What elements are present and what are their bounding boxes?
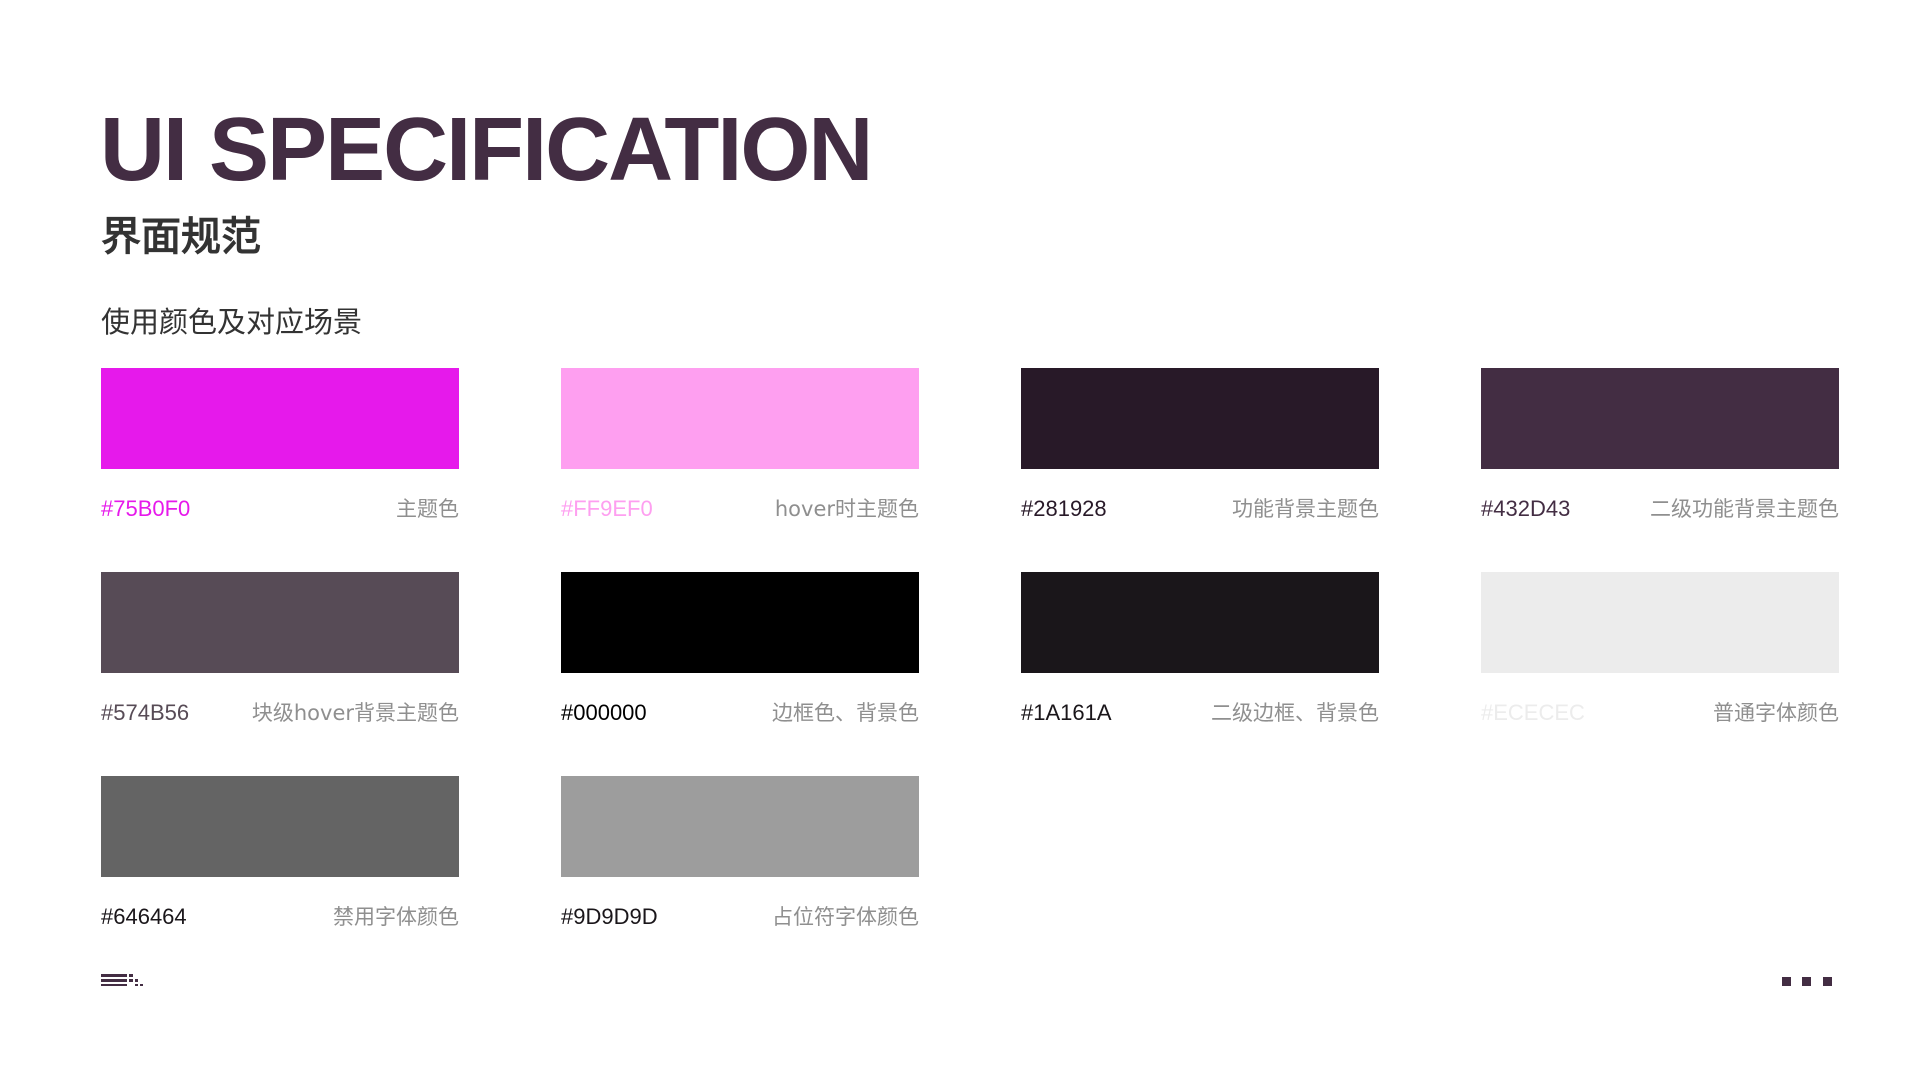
color-swatch-block [101,572,459,673]
color-usage-label: 边框色、背景色 [772,701,919,725]
color-swatch: #9D9D9D 占位符字体颜色 [561,776,919,929]
color-swatch-block [561,368,919,469]
color-swatch-grid: #75B0F0 主题色 #FF9EF0 hover时主题色 #281928 功能… [101,368,1839,948]
color-hex-label: #574B56 [101,700,190,725]
color-swatch-block [101,368,459,469]
color-usage-label: 块级hover背景主题色 [251,701,459,725]
menu-lines-icon [101,974,143,986]
color-hex-label: #FF9EF0 [561,496,653,521]
color-hex-label: #1A161A [1021,700,1112,725]
section-heading: 使用颜色及对应场景 [101,305,363,339]
page-title: UI SPECIFICATION [100,100,873,200]
color-swatch-block [1021,368,1379,469]
color-hex-label: #281928 [1021,496,1107,521]
color-swatch-block [1021,572,1379,673]
color-hex-label: #ECECEC [1481,700,1585,725]
color-swatch: #ECECEC 普通字体颜色 [1481,572,1839,725]
color-usage-label: 占位符字体颜色 [772,905,919,929]
color-usage-label: 功能背景主题色 [1232,497,1379,521]
color-swatch-block [561,572,919,673]
color-hex-label: #432D43 [1481,496,1571,521]
color-swatch-block [561,776,919,877]
color-swatch: #432D43 二级功能背景主题色 [1481,368,1839,521]
color-swatch: #FF9EF0 hover时主题色 [561,368,919,521]
color-hex-label: #9D9D9D [561,904,658,929]
color-usage-label: 禁用字体颜色 [333,905,459,929]
color-swatch: #646464 禁用字体颜色 [101,776,459,929]
color-usage-label: hover时主题色 [774,497,919,521]
color-swatch: #000000 边框色、背景色 [561,572,919,725]
color-usage-label: 主题色 [396,497,459,521]
color-usage-label: 普通字体颜色 [1713,701,1839,725]
color-hex-label: #000000 [561,700,647,725]
color-swatch: #281928 功能背景主题色 [1021,368,1379,521]
color-swatch-block [101,776,459,877]
color-swatch-block [1481,572,1839,673]
color-usage-label: 二级功能背景主题色 [1650,497,1839,521]
color-swatch: #574B56 块级hover背景主题色 [101,572,459,725]
color-hex-label: #646464 [101,904,187,929]
more-dots-icon[interactable] [1782,977,1832,986]
color-hex-label: #75B0F0 [101,496,191,521]
color-swatch: #1A161A 二级边框、背景色 [1021,572,1379,725]
color-swatch: #75B0F0 主题色 [101,368,459,521]
color-usage-label: 二级边框、背景色 [1211,701,1379,725]
page-subtitle: 界面规范 [101,214,261,260]
color-swatch-block [1481,368,1839,469]
